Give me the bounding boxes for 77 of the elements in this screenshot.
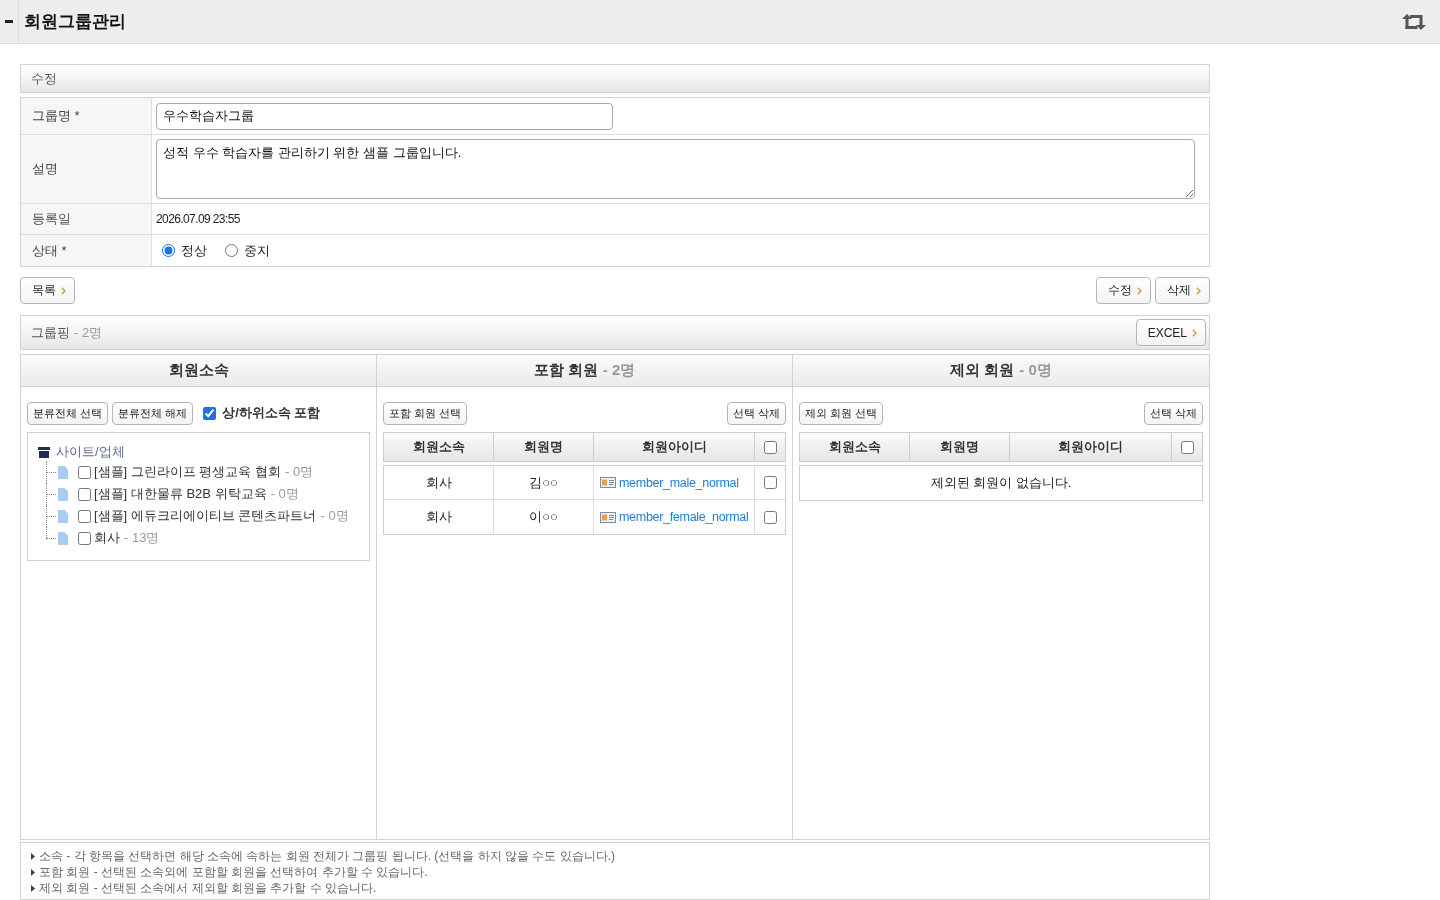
row-checkbox[interactable] bbox=[763, 476, 777, 489]
select-all-checkbox[interactable] bbox=[763, 440, 777, 454]
tree-item-count: - 13명 bbox=[124, 529, 160, 547]
delete-selected-button[interactable]: 선택 삭제 bbox=[1143, 401, 1203, 425]
member-count: - 2명 bbox=[602, 361, 636, 380]
text-input[interactable]: 우수학습자그룹 bbox=[156, 102, 613, 130]
chevron-icon bbox=[1137, 286, 1142, 295]
box-icon bbox=[38, 446, 50, 458]
tree-checkbox[interactable] bbox=[78, 465, 91, 479]
list-button[interactable]: 목록 bbox=[20, 277, 75, 304]
radio-button[interactable] bbox=[225, 244, 238, 257]
document-icon bbox=[58, 531, 68, 545]
document-icon bbox=[58, 487, 68, 501]
tree-item-count: - 0명 bbox=[320, 507, 349, 525]
category-button[interactable]: 분류전체 선택 bbox=[27, 401, 109, 425]
column-header: 회원소속 bbox=[384, 433, 494, 461]
radio-label: 정상 bbox=[181, 241, 207, 260]
member-count: - 0명 bbox=[1019, 361, 1052, 380]
id-card-icon bbox=[600, 477, 616, 488]
select-all-checkbox[interactable] bbox=[1180, 440, 1194, 454]
table-cell: 회사 bbox=[384, 466, 494, 499]
row-checkbox[interactable] bbox=[763, 510, 777, 524]
note-text: 제외 회원 - 선택된 소속에서 제외할 회원을 추가할 수 있습니다. bbox=[39, 879, 377, 897]
form-label: 설명 bbox=[21, 135, 152, 203]
column-header: 회원소속 bbox=[800, 433, 910, 461]
panel-title: 회원소속 bbox=[168, 361, 229, 380]
table-cell: 김○○ bbox=[494, 466, 594, 499]
tree-item-label[interactable]: 회사 bbox=[94, 529, 120, 547]
table-cell: 회사 bbox=[384, 500, 494, 534]
page-title: 회원그룹관리 bbox=[23, 11, 127, 33]
table-cell: 이○○ bbox=[494, 500, 594, 534]
member-id-link[interactable]: member_male_normal bbox=[619, 475, 739, 490]
tree-item-label[interactable]: [샘플] 그린라이프 평생교육 협회 bbox=[94, 463, 282, 481]
excel-button[interactable]: EXCEL bbox=[1135, 319, 1206, 346]
refresh-icon[interactable] bbox=[1402, 12, 1426, 31]
tree-item-count: - 0명 bbox=[285, 463, 314, 481]
delete-selected-button[interactable]: 선택 삭제 bbox=[726, 401, 786, 425]
tree-root-label[interactable]: 사이트/업체 bbox=[56, 443, 125, 461]
column-header: 회원아이디 bbox=[594, 433, 755, 461]
panel-title: 포함 회원 bbox=[533, 361, 598, 380]
section-title: 그룹핑 bbox=[31, 323, 70, 342]
form-label: 상태 * bbox=[21, 235, 152, 266]
select-members-button[interactable]: 제외 회원 선택 bbox=[799, 401, 884, 425]
tree-item-count: - 0명 bbox=[270, 485, 299, 503]
select-members-button[interactable]: 포함 회원 선택 bbox=[383, 401, 468, 425]
chevron-icon bbox=[1192, 328, 1197, 337]
radio-label: 중지 bbox=[244, 241, 270, 260]
column-header: 회원명 bbox=[494, 433, 594, 461]
document-icon bbox=[58, 465, 68, 479]
column-header: 회원명 bbox=[910, 433, 1010, 461]
document-icon bbox=[58, 509, 68, 523]
checkbox-label: 상/하위소속 포함 bbox=[222, 404, 321, 422]
tree-checkbox[interactable] bbox=[78, 531, 91, 545]
tree-item-label[interactable]: [샘플] 대한물류 B2B 위탁교육 bbox=[94, 485, 267, 503]
checkbox[interactable] bbox=[203, 406, 217, 420]
section-title: 수정 bbox=[31, 69, 57, 88]
tree-checkbox[interactable] bbox=[78, 509, 91, 523]
empty-message: 제외된 회원이 없습니다. bbox=[929, 474, 1073, 492]
date-text: 2026.07.09 23:55 bbox=[156, 212, 240, 226]
tree-item-label[interactable]: [샘플] 에듀크리에이티브 콘텐츠파트너 bbox=[94, 507, 317, 525]
radio-button[interactable] bbox=[162, 244, 175, 257]
category-button[interactable]: 분류전체 해제 bbox=[112, 401, 194, 425]
note-text: 포함 회원 - 선택된 소속외에 포함할 회원을 선택하여 추가할 수 있습니다. bbox=[39, 863, 428, 881]
note-text: 소속 - 각 항목을 선택하면 해당 소속에 속하는 회원 전체가 그룹핑 됩니다. (선택을 하지 않을 수도 있습니다.) bbox=[39, 847, 615, 865]
member-count: - 2명 bbox=[74, 323, 103, 342]
member-id-link[interactable]: member_female_normal bbox=[619, 510, 749, 524]
panel-title: 제외 회원 bbox=[950, 361, 1015, 380]
action-button[interactable]: 삭제 bbox=[1155, 277, 1210, 304]
id-card-icon bbox=[600, 511, 616, 523]
action-button[interactable]: 수정 bbox=[1096, 277, 1151, 304]
tree-checkbox[interactable] bbox=[78, 487, 91, 501]
column-header: 회원아이디 bbox=[1010, 433, 1172, 461]
form-label: 등록일 bbox=[21, 204, 152, 234]
chevron-icon bbox=[61, 286, 66, 295]
textarea-field[interactable]: 성적 우수 학습자를 관리하기 위한 샘플 그룹입니다. bbox=[156, 139, 1195, 199]
form-label: 그룹명 * bbox=[21, 98, 152, 134]
chevron-icon bbox=[1196, 286, 1201, 295]
